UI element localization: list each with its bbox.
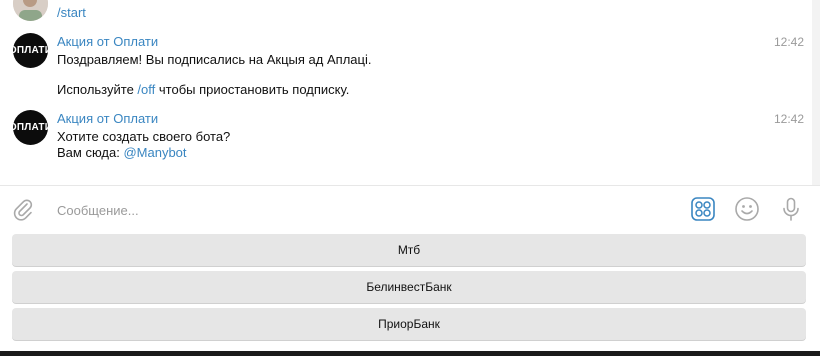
keyboard-button-mtb[interactable]: Мтб <box>12 234 806 266</box>
message-text-line: Поздравляем! Вы подписались на Акцыя ад … <box>57 52 372 67</box>
bot-avatar[interactable]: ОПЛАТИ <box>9 33 52 68</box>
message-composer <box>0 186 820 232</box>
scrollbar[interactable] <box>812 0 820 185</box>
microphone-icon[interactable] <box>778 196 804 222</box>
keyboard-button-priorbank[interactable]: ПриорБанк <box>12 308 806 340</box>
sender-name[interactable]: Акция от Оплати <box>57 34 158 49</box>
bot-keyboard-icon[interactable] <box>690 196 716 222</box>
message-text-line: Используйте /off чтобы приостановить под… <box>57 82 349 97</box>
off-command-link[interactable]: /off <box>137 82 155 97</box>
paperclip-icon[interactable] <box>10 196 36 222</box>
message-input[interactable] <box>57 200 657 220</box>
window-bottom-edge <box>0 351 820 356</box>
message-text-line: Вам сюда: @Manybot <box>57 145 187 160</box>
manybot-mention-link[interactable]: @Manybot <box>123 145 186 160</box>
start-command[interactable]: /start <box>57 5 86 20</box>
emoji-icon[interactable] <box>734 196 760 222</box>
user-avatar[interactable] <box>13 0 48 21</box>
message-time: 12:42 <box>773 112 804 126</box>
text-before-link: Используйте <box>57 82 138 97</box>
bot-avatar[interactable]: ОПЛАТИ <box>9 110 52 145</box>
message-text-line: Хотите создать своего бота? <box>57 129 231 144</box>
keyboard-button-belinvestbank[interactable]: БелинвестБанк <box>12 271 806 303</box>
text-before-link: Вам сюда: <box>57 145 124 160</box>
sender-name[interactable]: Акция от Оплати <box>57 111 158 126</box>
message-time: 12:42 <box>773 35 804 49</box>
text-after-link: чтобы приостановить подписку. <box>155 82 350 97</box>
user-photo-icon <box>13 0 48 21</box>
message-history: /start ОПЛАТИ Акция от Оплати 12:42 Позд… <box>0 0 812 185</box>
